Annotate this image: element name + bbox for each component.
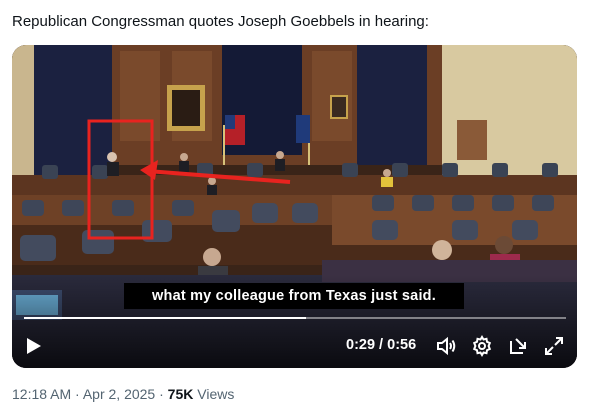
post-text: Republican Congressman quotes Joseph Goe… [12,13,429,30]
settings-gear-icon[interactable] [471,335,493,357]
meta-separator: · [155,386,168,402]
post-date[interactable]: Apr 2, 2025 [83,386,155,402]
post-time[interactable]: 12:18 AM [12,386,71,402]
progress-fill [24,317,306,319]
play-icon[interactable] [26,337,42,355]
progress-bar[interactable] [24,317,566,319]
fullscreen-icon[interactable] [543,335,565,357]
time-separator: / [375,337,388,353]
meta-separator: · [71,386,83,402]
video-frame [12,45,577,368]
views-count: 75K [167,386,194,402]
volume-icon[interactable] [435,335,457,357]
post-meta: 12:18 AM · Apr 2, 2025 · 75K Views [12,386,234,402]
video-caption: what my colleague from Texas just said. [124,283,464,309]
video-controls: 0:29 / 0:56 [12,331,577,361]
current-time: 0:29 [346,337,376,353]
duration: 0:56 [387,337,417,353]
views-label: Views [193,386,235,402]
time-display: 0:29 / 0:56 [346,337,416,353]
picture-in-picture-icon[interactable] [507,335,529,357]
video-player[interactable]: what my colleague from Texas just said. … [12,45,577,368]
